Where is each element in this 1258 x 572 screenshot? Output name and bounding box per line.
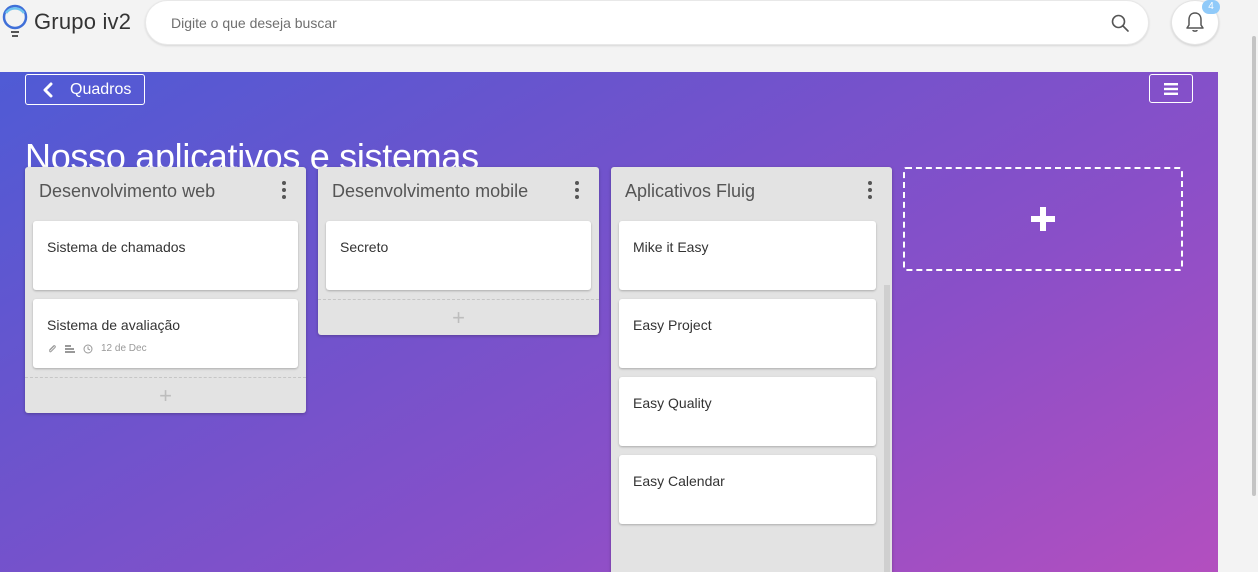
add-list-button[interactable] [903,167,1183,271]
list-header: Aplicativos Fluig [611,167,892,213]
card[interactable]: Sistema de avaliação 12 de Dec [33,299,298,368]
list-scrollbar[interactable] [884,285,890,572]
top-bar: Grupo iv2 4 [0,0,1258,72]
card-due-date: 12 de Dec [101,343,147,354]
card[interactable]: Easy Calendar [619,455,876,524]
card-title: Easy Quality [633,395,712,411]
card-title: Easy Calendar [633,473,725,489]
plus-icon [1031,207,1055,231]
card[interactable]: Easy Quality [619,377,876,446]
list-options-kebab-icon[interactable] [276,181,292,199]
add-card-button[interactable]: + [25,377,306,413]
list-aplicativos-fluig: Aplicativos Fluig Mike it Easy Easy Proj… [611,167,892,572]
plus-icon: + [159,382,172,408]
notification-count-badge: 4 [1202,0,1220,14]
checklist-icon [65,344,75,353]
list-options-kebab-icon[interactable] [862,181,878,199]
lightbulb-logo-icon [2,4,28,37]
card-title: Sistema de avaliação [47,317,181,333]
board-menu-button[interactable] [1149,74,1193,103]
card-title: Sistema de chamados [47,239,186,255]
bell-icon [1186,12,1204,32]
app-logo[interactable]: Grupo iv2 [2,4,131,40]
back-button-label: Quadros [70,80,132,98]
card-title: Mike it Easy [633,239,709,255]
list-header: Desenvolvimento mobile [318,167,599,213]
clock-icon [83,344,93,353]
list-title: Aplicativos Fluig [625,181,756,201]
card[interactable]: Mike it Easy [619,221,876,290]
search-bar[interactable] [145,0,1149,45]
page-scrollbar[interactable] [1252,36,1256,496]
plus-icon: + [452,304,465,330]
list-desenvolvimento-mobile: Desenvolvimento mobile Secreto + [318,167,599,335]
card[interactable]: Sistema de chamados [33,221,298,290]
card-title: Easy Project [633,317,712,333]
hamburger-menu-icon [1164,82,1178,95]
card-title: Secreto [340,239,389,255]
back-to-boards-button[interactable]: Quadros [25,74,145,105]
chevron-left-icon [43,82,53,97]
card[interactable]: Secreto [326,221,591,290]
search-icon[interactable] [1110,13,1130,33]
app-name: Grupo iv2 [34,9,132,34]
list-title: Desenvolvimento web [39,181,216,201]
card-meta: 12 de Dec [47,343,147,354]
search-input[interactable] [171,13,1071,33]
add-card-button[interactable]: + [318,299,599,335]
list-header: Desenvolvimento web [25,167,306,213]
list-desenvolvimento-web: Desenvolvimento web Sistema de chamados … [25,167,306,413]
paperclip-icon [49,344,56,352]
list-options-kebab-icon[interactable] [569,181,585,199]
card[interactable]: Easy Project [619,299,876,368]
list-title: Desenvolvimento mobile [332,181,529,201]
